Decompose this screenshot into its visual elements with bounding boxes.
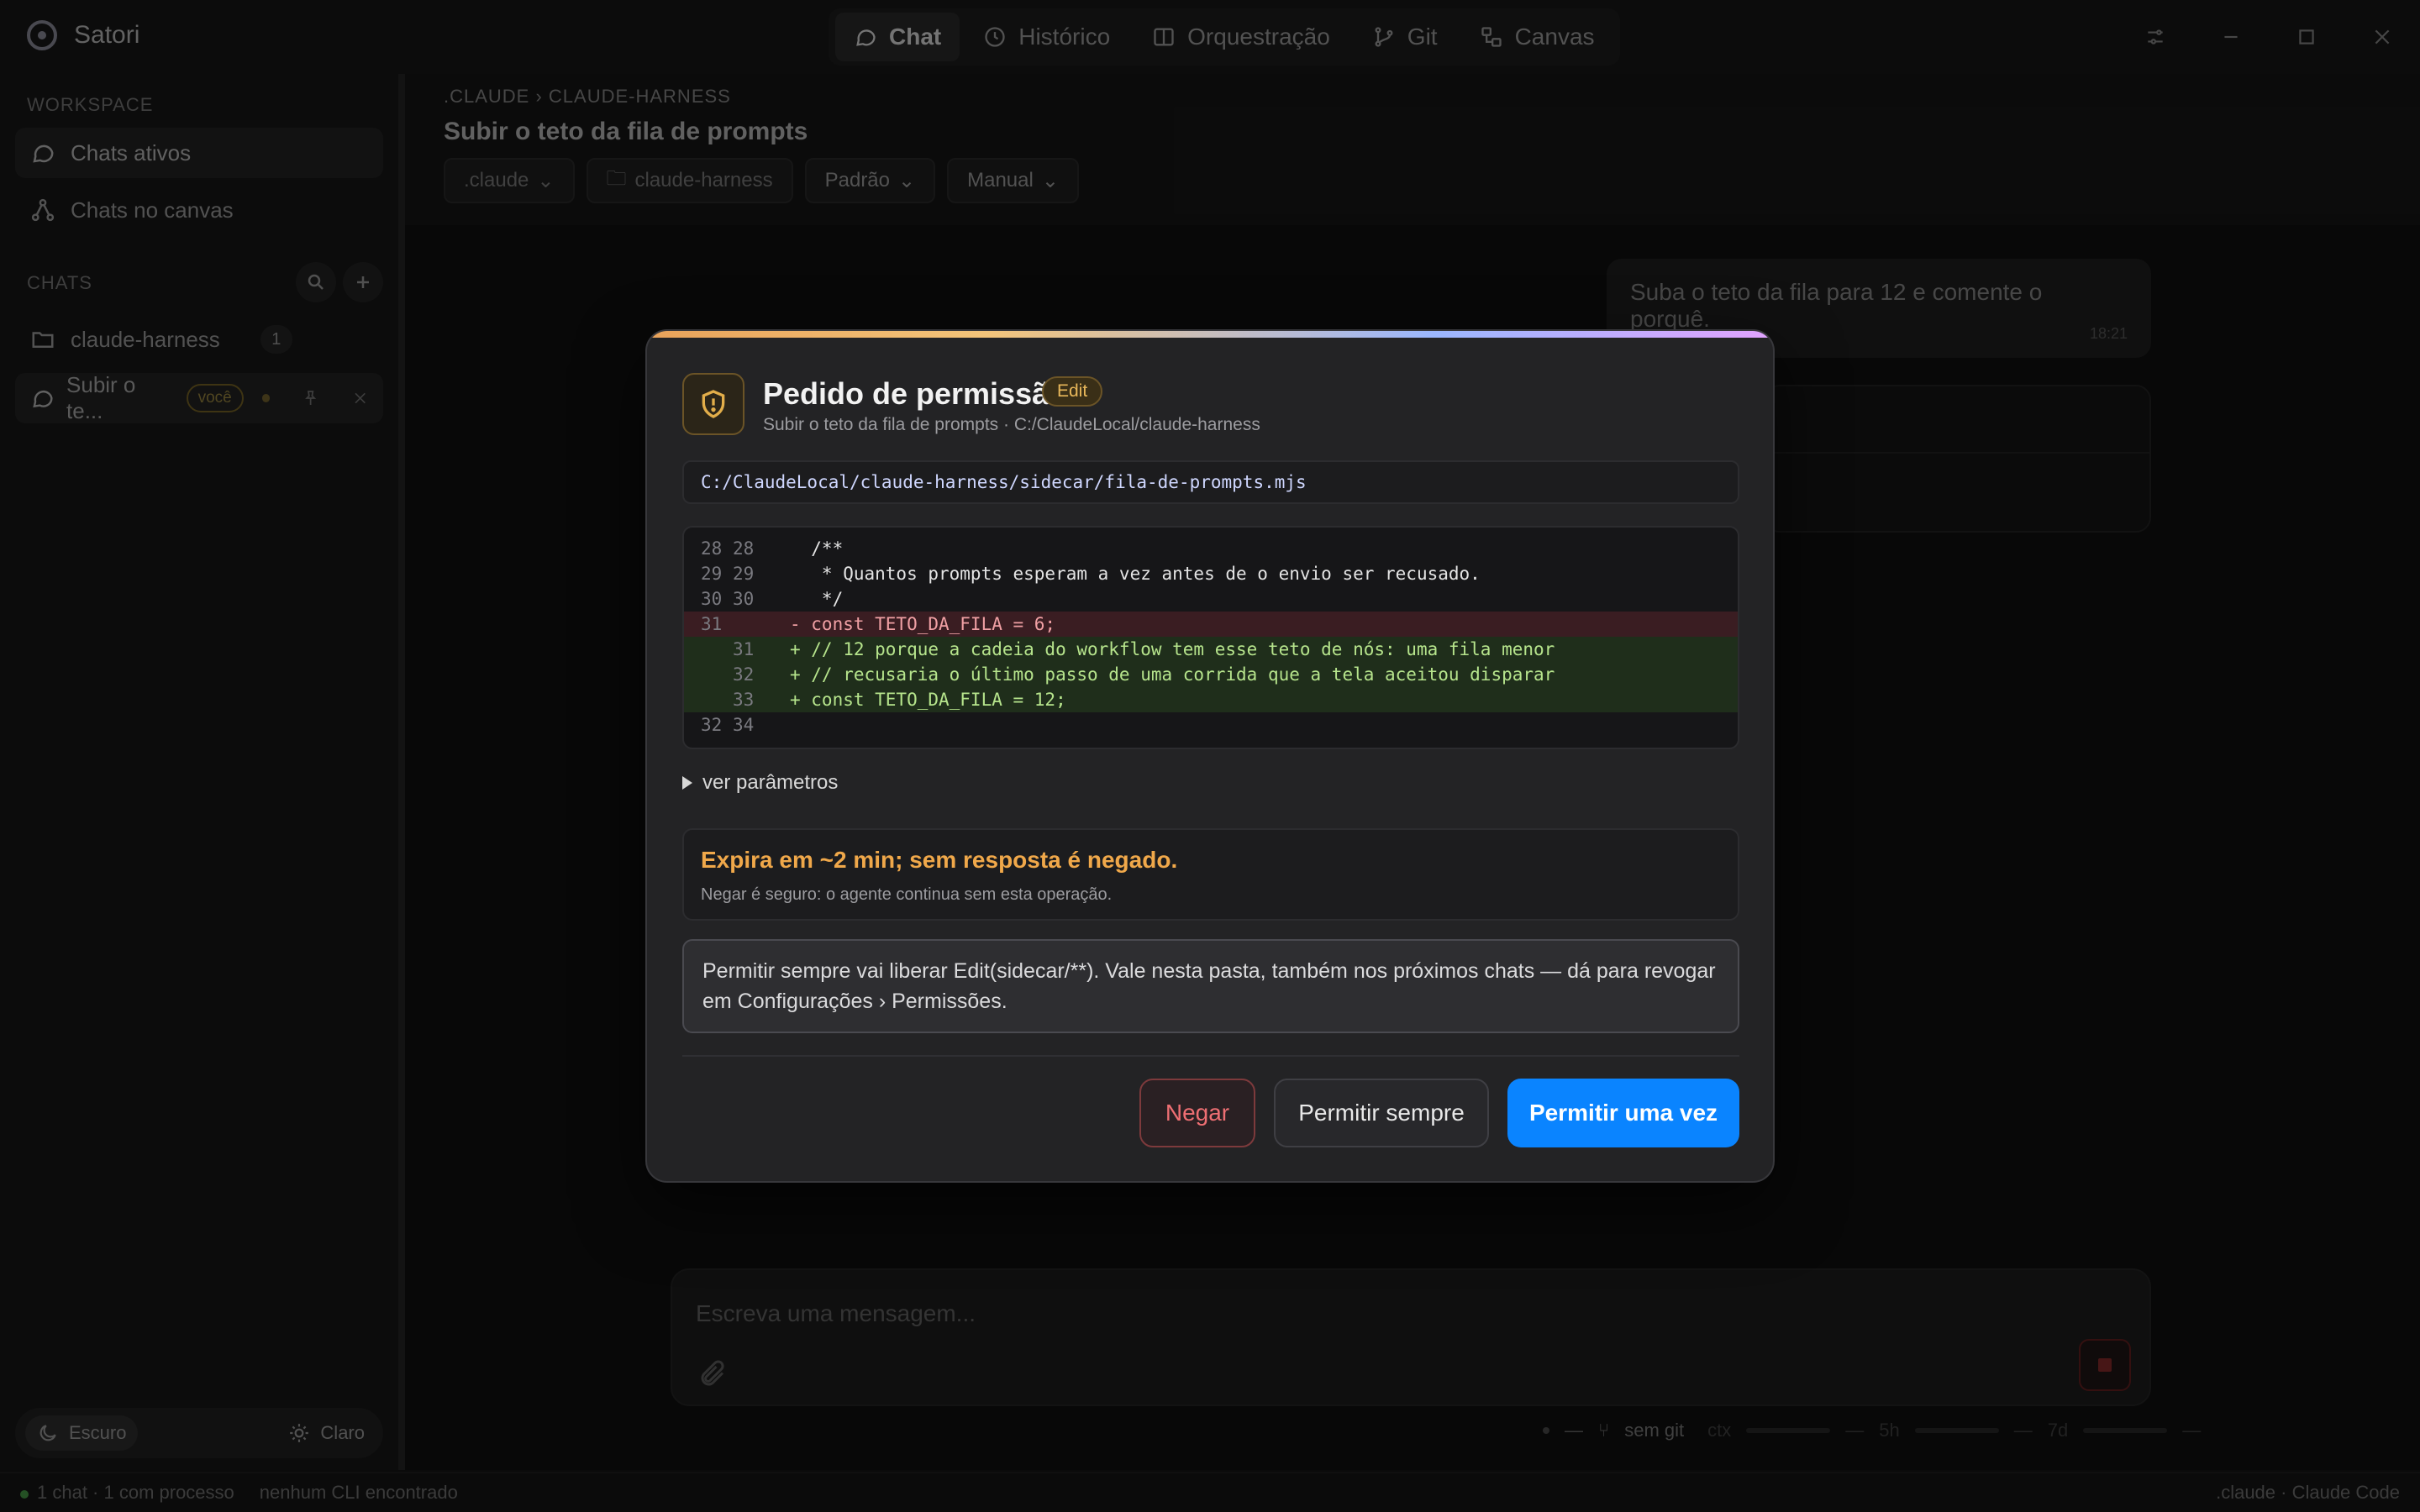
diff-line-removed: 31 - const TETO_DA_FILA = 6;: [684, 612, 1738, 637]
expiry-note: Negar é seguro: o agente continua sem es…: [701, 885, 1113, 904]
diff-line-added: 33 + const TETO_DA_FILA = 12;: [684, 687, 1738, 712]
code-line: + // recusaria o último passo de uma cor…: [790, 664, 1555, 685]
new-line-number: 34: [733, 715, 755, 735]
diff-view: 28 28 /** 29 29 * Quantos prompts esperam …: [682, 526, 1739, 749]
expiry-notice: Expira em ~2 min; sem resposta é negado.…: [682, 828, 1739, 921]
code-line: + const TETO_DA_FILA = 12;: [790, 690, 1066, 710]
code-line: /**: [790, 538, 844, 559]
expiry-title: Expira em ~2 min; sem resposta é negado.: [701, 847, 1178, 873]
old-line-number: 28: [701, 538, 723, 559]
divider: [682, 1055, 1739, 1057]
diff-line: 29 29 * Quantos prompts esperam a vez ant…: [684, 561, 1738, 586]
params-toggle-label: ver parâmetros: [702, 771, 839, 794]
code-line: - const TETO_DA_FILA = 6;: [790, 614, 1056, 634]
file-path: C:/ClaudeLocal/claude-harness/sidecar/fi…: [682, 460, 1739, 504]
always-allow-info: Permitir sempre vai liberar Edit(sidecar…: [682, 939, 1739, 1033]
old-line-number: 32: [701, 715, 723, 735]
code-line: * Quantos prompts esperam a vez antes de…: [790, 564, 1481, 584]
diff-line: 30 30 */: [684, 586, 1738, 612]
allow-always-button[interactable]: Permitir sempre: [1274, 1079, 1489, 1147]
code-line: */: [790, 589, 844, 609]
old-line-number: 29: [701, 564, 723, 584]
new-line-number: 33: [733, 690, 755, 710]
diff-line: 32 34: [684, 712, 1738, 738]
new-line-number: 32: [733, 664, 755, 685]
tool-badge: Edit: [1042, 376, 1103, 407]
dialog-title: Pedido de permissão: [763, 376, 1068, 411]
permission-dialog: Pedido de permissão Edit Subir o teto da…: [645, 329, 1775, 1183]
old-line-number: 30: [701, 589, 723, 609]
params-toggle[interactable]: ver parâmetros: [682, 771, 838, 795]
disclosure-triangle-icon: [682, 776, 692, 790]
new-line-number: 29: [733, 564, 755, 584]
new-line-number: 28: [733, 538, 755, 559]
diff-line: 28 28 /**: [684, 536, 1738, 561]
old-line-number: 31: [701, 614, 723, 634]
diff-line-added: 32 + // recusaria o último passo de uma c…: [684, 662, 1738, 687]
new-line-number: 30: [733, 589, 755, 609]
new-line-number: 31: [733, 639, 755, 659]
diff-line-added: 31 + // 12 porque a cadeia do workflow te…: [684, 637, 1738, 662]
allow-once-button[interactable]: Permitir uma vez: [1507, 1079, 1739, 1147]
shield-alert-icon: [682, 373, 744, 435]
deny-button[interactable]: Negar: [1139, 1079, 1255, 1147]
dialog-subtitle: Subir o teto da fila de prompts · C:/Cla…: [763, 415, 1260, 434]
dialog-accent-bar: [647, 331, 1773, 338]
code-line: + // 12 porque a cadeia do workflow tem …: [790, 639, 1555, 659]
